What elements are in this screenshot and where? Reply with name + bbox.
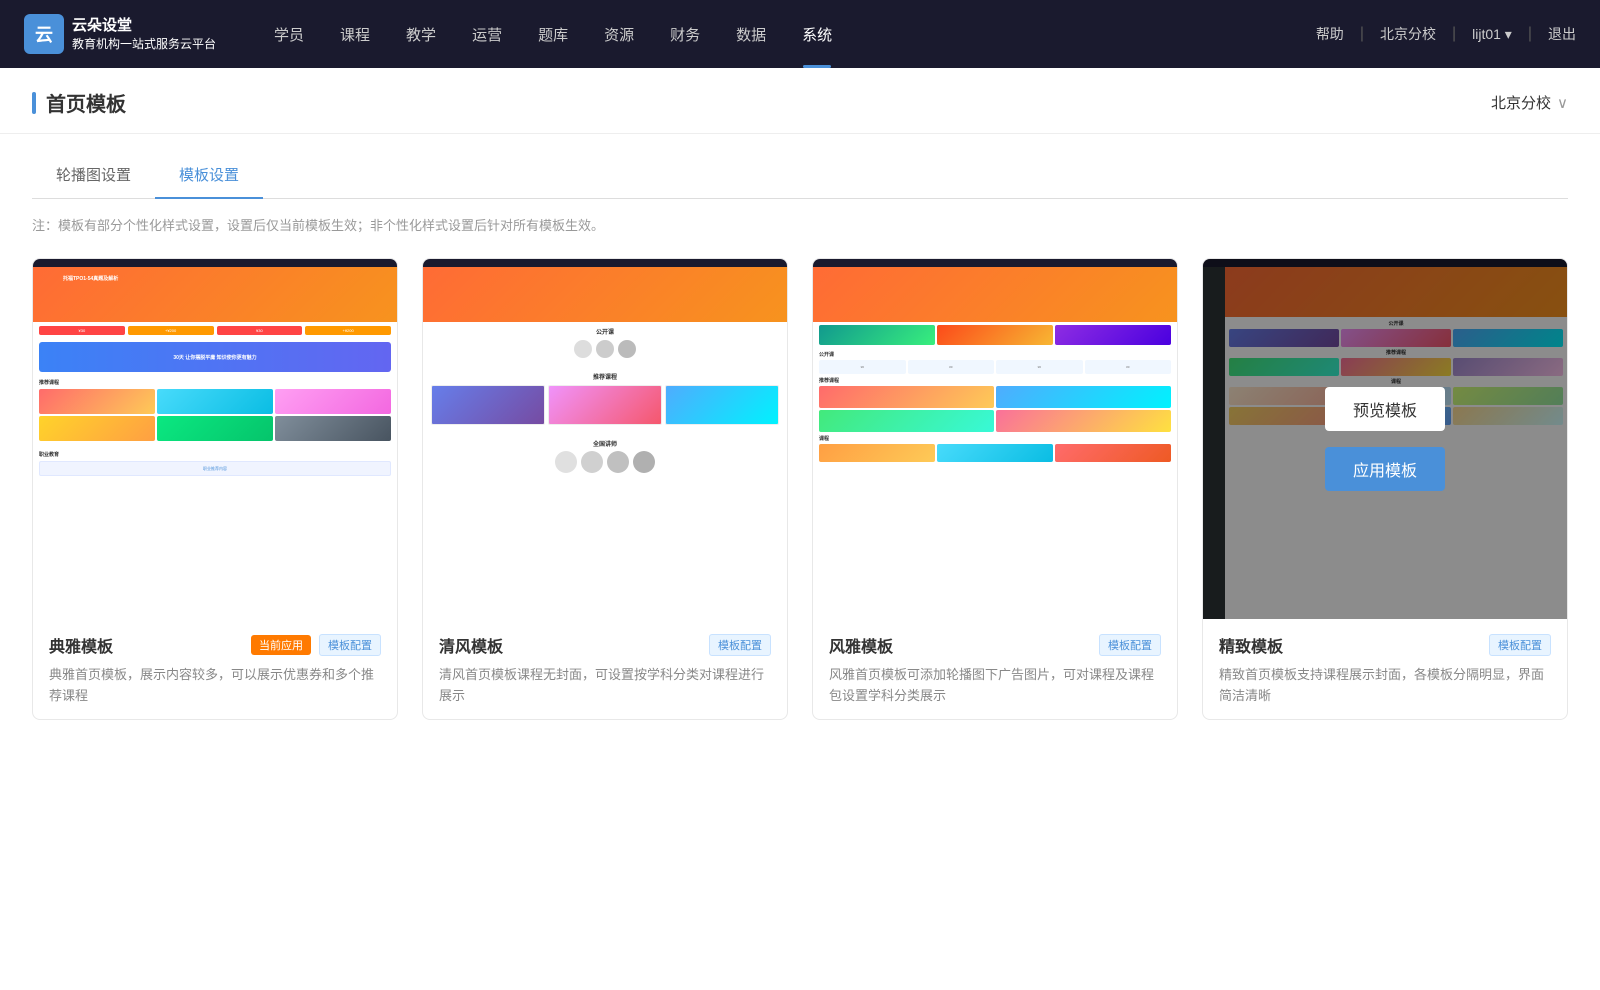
logo-sub: 教育机构一站式服务云平台: [72, 36, 216, 53]
template-card-4: 公开课 推荐课程: [1202, 258, 1568, 720]
template-desc-3: 风雅首页模板可添加轮播图下广告图片，可对课程及课程包设置学科分类展示: [829, 665, 1161, 707]
template-footer-3: 风雅模板 模板配置 风雅首页模板可添加轮播图下广告图片，可对课程及课程包设置学科…: [813, 619, 1177, 719]
nav-item-resources[interactable]: 资源: [586, 0, 652, 68]
logout-button[interactable]: 退出: [1548, 24, 1576, 44]
page-title: 首页模板: [46, 88, 126, 117]
template-thumb-2[interactable]: 公开课 推荐课程: [423, 259, 787, 619]
template-name-row-3: 风雅模板 模板配置: [829, 633, 1161, 657]
template-thumb-3[interactable]: 公开课 ¥0 ¥0 ¥0 ¥0 推荐课程: [813, 259, 1177, 619]
template-thumb-4[interactable]: 公开课 推荐课程: [1203, 259, 1567, 619]
page-header: 首页模板 北京分校 ∨: [0, 68, 1600, 134]
navbar: 云 云朵设堂 教育机构一站式服务云平台 学员 课程 教学 运营 题库 资源 财务…: [0, 0, 1600, 68]
template-preview-1: 托福TPO1-54真题及解析 ¥30 +¥200 ¥30 +¥200 30天 让…: [33, 259, 397, 619]
branch-selector[interactable]: 北京分校 ∨: [1491, 92, 1568, 113]
template-footer-1: 典雅模板 当前应用 模板配置 典雅首页模板，展示内容较多，可以展示优惠券和多个推…: [33, 619, 397, 719]
nav-item-system[interactable]: 系统: [784, 0, 850, 68]
badge-current-1: 当前应用: [251, 635, 311, 655]
logo-main: 云朵设堂: [72, 15, 216, 36]
branch-name: 北京分校: [1491, 92, 1551, 113]
template-desc-2: 清风首页模板课程无封面，可设置按学科分类对课程进行展示: [439, 665, 771, 707]
template-name-row-1: 典雅模板 当前应用 模板配置: [49, 633, 381, 657]
logo-text: 云朵设堂 教育机构一站式服务云平台: [72, 15, 216, 53]
template-preview-2: 公开课 推荐课程: [423, 259, 787, 619]
template-name-row-4: 精致模板 模板配置: [1219, 633, 1551, 657]
chevron-down-icon: ∨: [1557, 94, 1568, 112]
tabs: 轮播图设置 模板设置: [32, 154, 1568, 199]
tab-template[interactable]: 模板设置: [155, 154, 263, 199]
template-footer-2: 清风模板 模板配置 清风首页模板课程无封面，可设置按学科分类对课程进行展示: [423, 619, 787, 719]
template-preview-3: 公开课 ¥0 ¥0 ¥0 ¥0 推荐课程: [813, 259, 1177, 619]
template-badges-2: 模板配置: [709, 634, 771, 656]
nav-menu: 学员 课程 教学 运营 题库 资源 财务 数据 系统: [256, 0, 1316, 68]
title-bar-accent: [32, 92, 36, 114]
nav-item-questions[interactable]: 题库: [520, 0, 586, 68]
branch-link[interactable]: 北京分校: [1380, 24, 1436, 44]
template-desc-1: 典雅首页模板，展示内容较多，可以展示优惠券和多个推荐课程: [49, 665, 381, 707]
template-card-2: 公开课 推荐课程: [422, 258, 788, 720]
page-title-wrap: 首页模板: [32, 88, 126, 117]
user-menu[interactable]: lijt01 ▾: [1472, 26, 1512, 43]
nav-right: 帮助 | 北京分校 | lijt01 ▾ | 退出: [1316, 24, 1576, 44]
badge-config-4[interactable]: 模板配置: [1489, 634, 1551, 656]
badge-config-3[interactable]: 模板配置: [1099, 634, 1161, 656]
template-badges-1: 当前应用 模板配置: [251, 634, 381, 656]
template-name-2: 清风模板: [439, 633, 503, 657]
template-overlay-4: 预览模板 应用模板: [1203, 259, 1567, 619]
template-desc-4: 精致首页模板支持课程展示封面，各模板分隔明显，界面简洁清晰: [1219, 665, 1551, 707]
apply-button-4[interactable]: 应用模板: [1325, 447, 1445, 491]
template-card-1: 托福TPO1-54真题及解析 ¥30 +¥200 ¥30 +¥200 30天 让…: [32, 258, 398, 720]
nav-item-finance[interactable]: 财务: [652, 0, 718, 68]
nav-item-operations[interactable]: 运营: [454, 0, 520, 68]
template-name-1: 典雅模板: [49, 633, 113, 657]
logo-icon: 云: [24, 14, 64, 54]
nav-item-data[interactable]: 数据: [718, 0, 784, 68]
badge-config-2[interactable]: 模板配置: [709, 634, 771, 656]
page-content: 首页模板 北京分校 ∨ 轮播图设置 模板设置 注：模板有部分个性化样式设置，设置…: [0, 68, 1600, 990]
template-footer-4: 精致模板 模板配置 精致首页模板支持课程展示封面，各模板分隔明显，界面简洁清晰: [1203, 619, 1567, 719]
template-card-3: 公开课 ¥0 ¥0 ¥0 ¥0 推荐课程: [812, 258, 1178, 720]
badge-config-1[interactable]: 模板配置: [319, 634, 381, 656]
template-thumb-1[interactable]: 托福TPO1-54真题及解析 ¥30 +¥200 ¥30 +¥200 30天 让…: [33, 259, 397, 619]
preview-button-4[interactable]: 预览模板: [1325, 387, 1445, 431]
help-link[interactable]: 帮助: [1316, 24, 1344, 44]
template-badges-3: 模板配置: [1099, 634, 1161, 656]
note-text: 注：模板有部分个性化样式设置，设置后仅当前模板生效；非个性化样式设置后针对所有模…: [0, 199, 1600, 250]
nav-item-courses[interactable]: 课程: [322, 0, 388, 68]
template-name-4: 精致模板: [1219, 633, 1283, 657]
tabs-container: 轮播图设置 模板设置: [0, 134, 1600, 199]
tab-carousel[interactable]: 轮播图设置: [32, 154, 155, 199]
nav-item-students[interactable]: 学员: [256, 0, 322, 68]
template-name-row-2: 清风模板 模板配置: [439, 633, 771, 657]
template-badges-4: 模板配置: [1489, 634, 1551, 656]
templates-grid: 托福TPO1-54真题及解析 ¥30 +¥200 ¥30 +¥200 30天 让…: [0, 250, 1600, 760]
nav-item-teaching[interactable]: 教学: [388, 0, 454, 68]
template-name-3: 风雅模板: [829, 633, 893, 657]
logo: 云 云朵设堂 教育机构一站式服务云平台: [24, 14, 216, 54]
